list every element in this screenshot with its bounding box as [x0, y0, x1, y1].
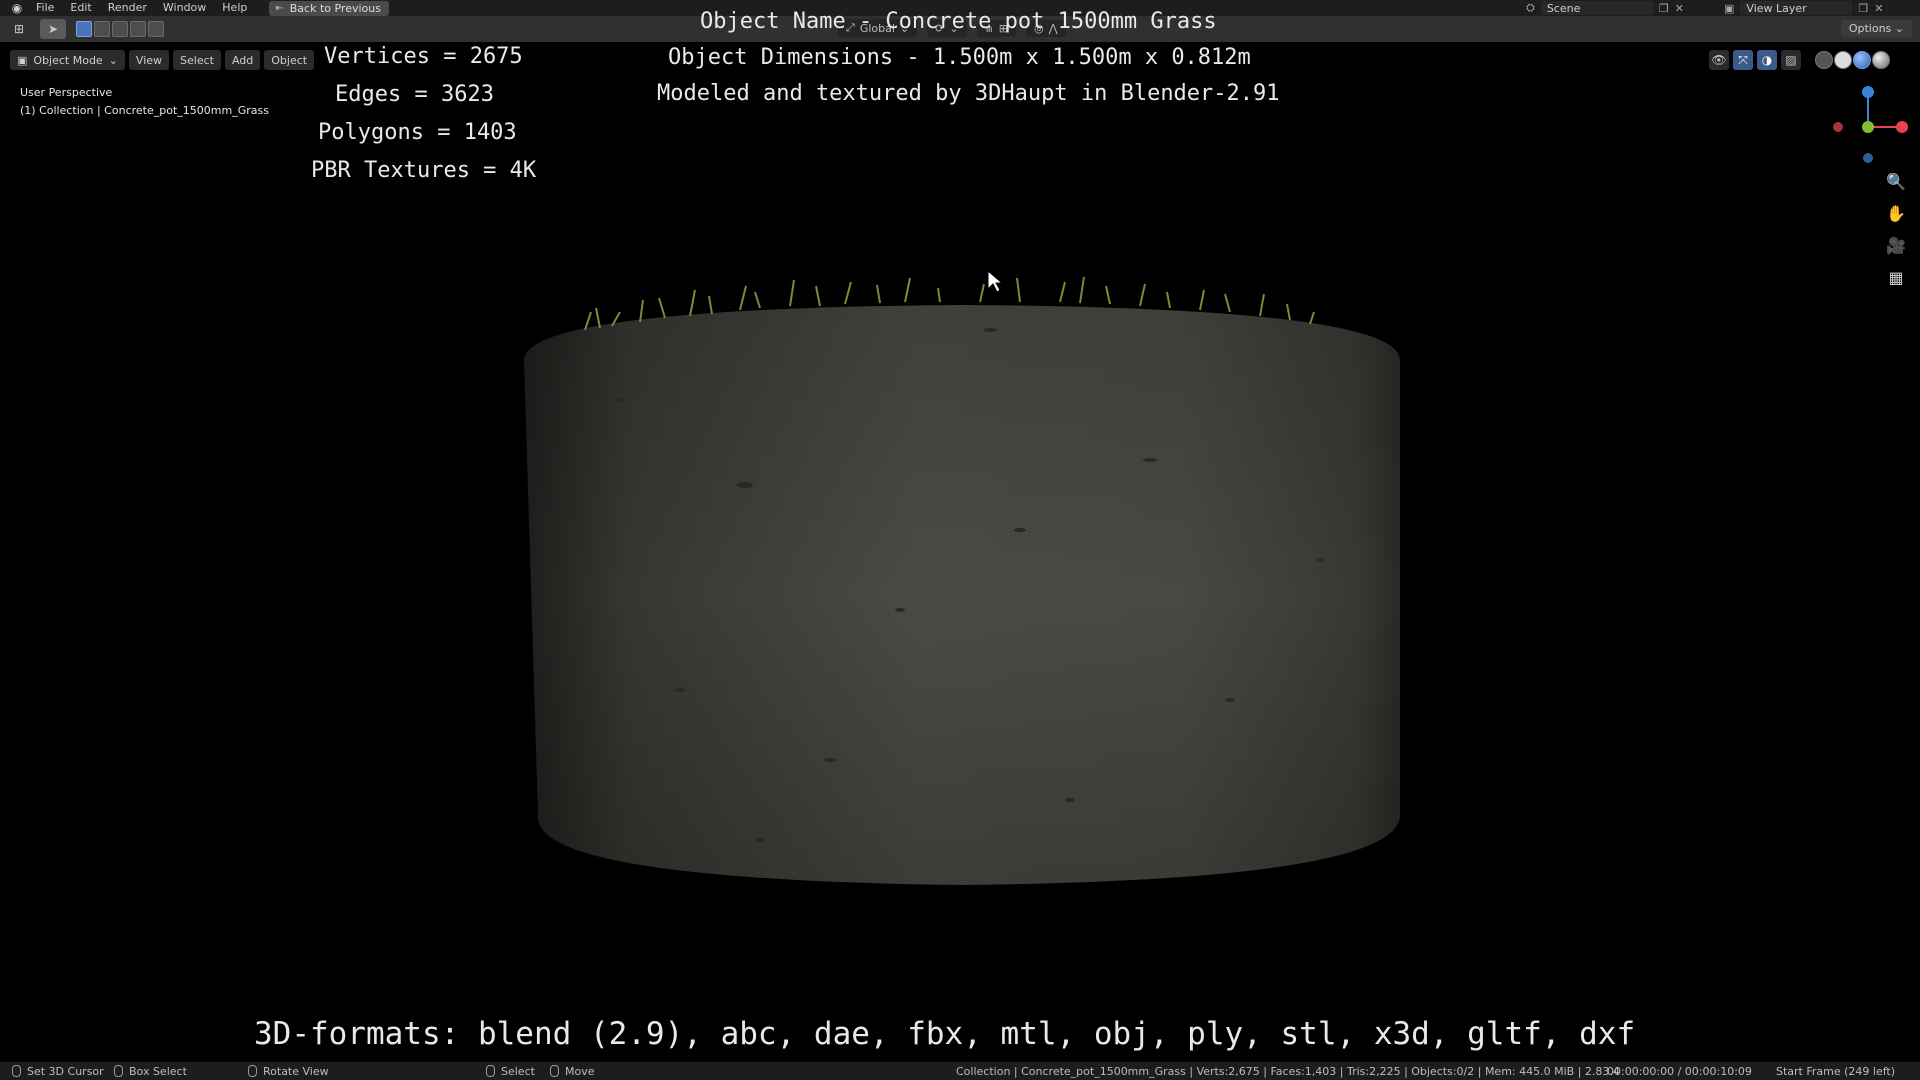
scene-statistics: Collection | Concrete_pot_1500mm_Grass |… — [956, 1064, 1620, 1078]
pbr-textures-stat: PBR Textures = 4K — [311, 158, 537, 183]
object-mode-dropdown[interactable]: ▣ Object Mode ⌄ — [10, 50, 125, 70]
rendered-shading-icon[interactable] — [1872, 51, 1890, 69]
object-mode-label: Object Mode — [33, 53, 103, 67]
chevron-down-icon: ⌄ — [1894, 22, 1904, 35]
selection-mode-group — [76, 21, 164, 37]
options-label: Options — [1848, 22, 1892, 35]
select-label: Select — [501, 1064, 535, 1078]
rotate-view-label: Rotate View — [263, 1064, 329, 1078]
neg-x-axis-icon[interactable] — [1833, 122, 1843, 132]
status-select: Select — [486, 1062, 535, 1080]
select-extend-mode-icon[interactable] — [94, 21, 110, 37]
xray-toggle-icon[interactable]: ▨ — [1781, 50, 1801, 70]
material-preview-shading-icon[interactable] — [1853, 51, 1871, 69]
select-new-mode-icon[interactable] — [76, 21, 92, 37]
menu-file[interactable]: File — [28, 0, 62, 16]
formats-text: 3D-formats: blend (2.9), abc, dae, fbx, … — [254, 1016, 1636, 1052]
scene-label: Scene — [1546, 1, 1581, 15]
new-scene-icon[interactable]: ❐ — [1659, 2, 1669, 15]
pan-hand-icon[interactable]: ✋ — [1882, 199, 1910, 227]
mouse-left-icon — [12, 1065, 21, 1077]
view-layer-label: View Layer — [1746, 1, 1807, 15]
blender-logo-icon[interactable]: ◉ — [6, 0, 28, 16]
view-menu[interactable]: View — [128, 50, 170, 70]
z-axis-icon[interactable] — [1862, 86, 1874, 98]
menu-edit[interactable]: Edit — [62, 0, 99, 16]
scene-selector[interactable]: ⛭ Scene ❐ ✕ — [1526, 0, 1684, 16]
object-menu[interactable]: Object — [264, 50, 315, 70]
active-collection-label: (1) Collection | Concrete_pot_1500mm_Gra… — [20, 104, 269, 117]
grass-top — [584, 276, 1315, 331]
select-invert-mode-icon[interactable] — [130, 21, 146, 37]
concrete-pits — [615, 328, 1324, 842]
chevron-down-icon: ⌄ — [108, 53, 118, 67]
move-label: Move — [565, 1064, 595, 1078]
mouse-right-icon — [486, 1065, 495, 1077]
status-rotate-view: Rotate View — [248, 1062, 329, 1080]
options-dropdown[interactable]: Options ⌄ — [1840, 20, 1912, 37]
wireframe-shading-icon[interactable] — [1815, 51, 1833, 69]
back-to-previous-label: Back to Previous — [289, 1, 381, 15]
select-subtract-mode-icon[interactable] — [112, 21, 128, 37]
scene-field[interactable]: Scene — [1540, 1, 1653, 15]
object-name-text: Object Name - Concrete pot 1500mm Grass — [700, 9, 1217, 34]
x-axis-icon[interactable] — [1896, 121, 1908, 133]
solid-shading-icon[interactable] — [1834, 51, 1852, 69]
delete-scene-icon[interactable]: ✕ — [1675, 2, 1684, 15]
delete-view-layer-icon[interactable]: ✕ — [1874, 2, 1883, 15]
select-intersect-mode-icon[interactable] — [148, 21, 164, 37]
select-tool-icon[interactable]: ➤ — [40, 19, 66, 39]
status-set-cursor: Set 3D Cursor — [12, 1062, 104, 1080]
box-select-label: Box Select — [129, 1064, 187, 1078]
view-layer-field[interactable]: View Layer — [1740, 1, 1853, 15]
set-cursor-label: Set 3D Cursor — [27, 1064, 104, 1078]
edges-stat: Edges = 3623 — [335, 82, 494, 107]
editor-type-icon[interactable]: ⊞ — [6, 19, 32, 39]
menu-render[interactable]: Render — [100, 0, 155, 16]
scene-icon: ⛭ — [1526, 1, 1535, 14]
perspective-grid-icon[interactable]: ▦ — [1882, 263, 1910, 291]
mouse-cursor-icon — [987, 269, 1004, 293]
overlays-toggle-icon[interactable]: ◑ — [1757, 50, 1777, 70]
new-view-layer-icon[interactable]: ❐ — [1858, 2, 1868, 15]
object-dimensions-text: Object Dimensions - 1.500m x 1.500m x 0.… — [668, 45, 1251, 70]
camera-icon[interactable]: 🎥 — [1882, 231, 1910, 259]
back-to-previous-button[interactable]: ⇤ Back to Previous — [269, 0, 389, 16]
select-menu[interactable]: Select — [173, 50, 221, 70]
mouse-drag-icon — [114, 1065, 123, 1077]
status-bar: Set 3D Cursor Box Select Rotate View Sel… — [0, 1062, 1920, 1080]
navigation-gizmo[interactable] — [1822, 82, 1912, 172]
mouse-middle-icon — [248, 1065, 257, 1077]
vertices-stat: Vertices = 2675 — [324, 44, 523, 69]
neg-z-axis-icon[interactable] — [1863, 153, 1873, 163]
status-move: Move — [550, 1062, 595, 1080]
polygons-stat: Polygons = 1403 — [318, 120, 517, 145]
view-layer-selector[interactable]: ▣ View Layer ❐ ✕ — [1724, 0, 1884, 16]
y-axis-icon[interactable] — [1862, 121, 1874, 133]
shading-mode-group — [1815, 51, 1890, 69]
add-menu[interactable]: Add — [224, 50, 261, 70]
zoom-icon[interactable]: 🔍 — [1882, 167, 1910, 195]
mouse-drag-right-icon — [550, 1065, 559, 1077]
frame-info: Start Frame (249 left) — [1776, 1064, 1896, 1078]
pot-body — [524, 305, 1400, 885]
modeled-by-text: Modeled and textured by 3DHaupt in Blend… — [657, 81, 1280, 106]
menu-help[interactable]: Help — [214, 0, 255, 16]
timecode: 00:00:00:00 / 00:00:10:09 — [1607, 1064, 1752, 1078]
concrete-pot-render[interactable] — [0, 0, 1920, 1080]
view-perspective-label: User Perspective — [20, 86, 113, 99]
viewport-display-controls: 👁 ⤧ ◑ ▨ — [1709, 50, 1890, 70]
visibility-icon[interactable]: 👁 — [1709, 50, 1729, 70]
back-icon: ⇤ — [275, 2, 284, 14]
object-mode-icon: ▣ — [17, 53, 28, 67]
view-layer-icon: ▣ — [1724, 1, 1735, 15]
gizmo-toggle-icon[interactable]: ⤧ — [1733, 50, 1753, 70]
status-box-select: Box Select — [114, 1062, 187, 1080]
menu-window[interactable]: Window — [155, 0, 214, 16]
